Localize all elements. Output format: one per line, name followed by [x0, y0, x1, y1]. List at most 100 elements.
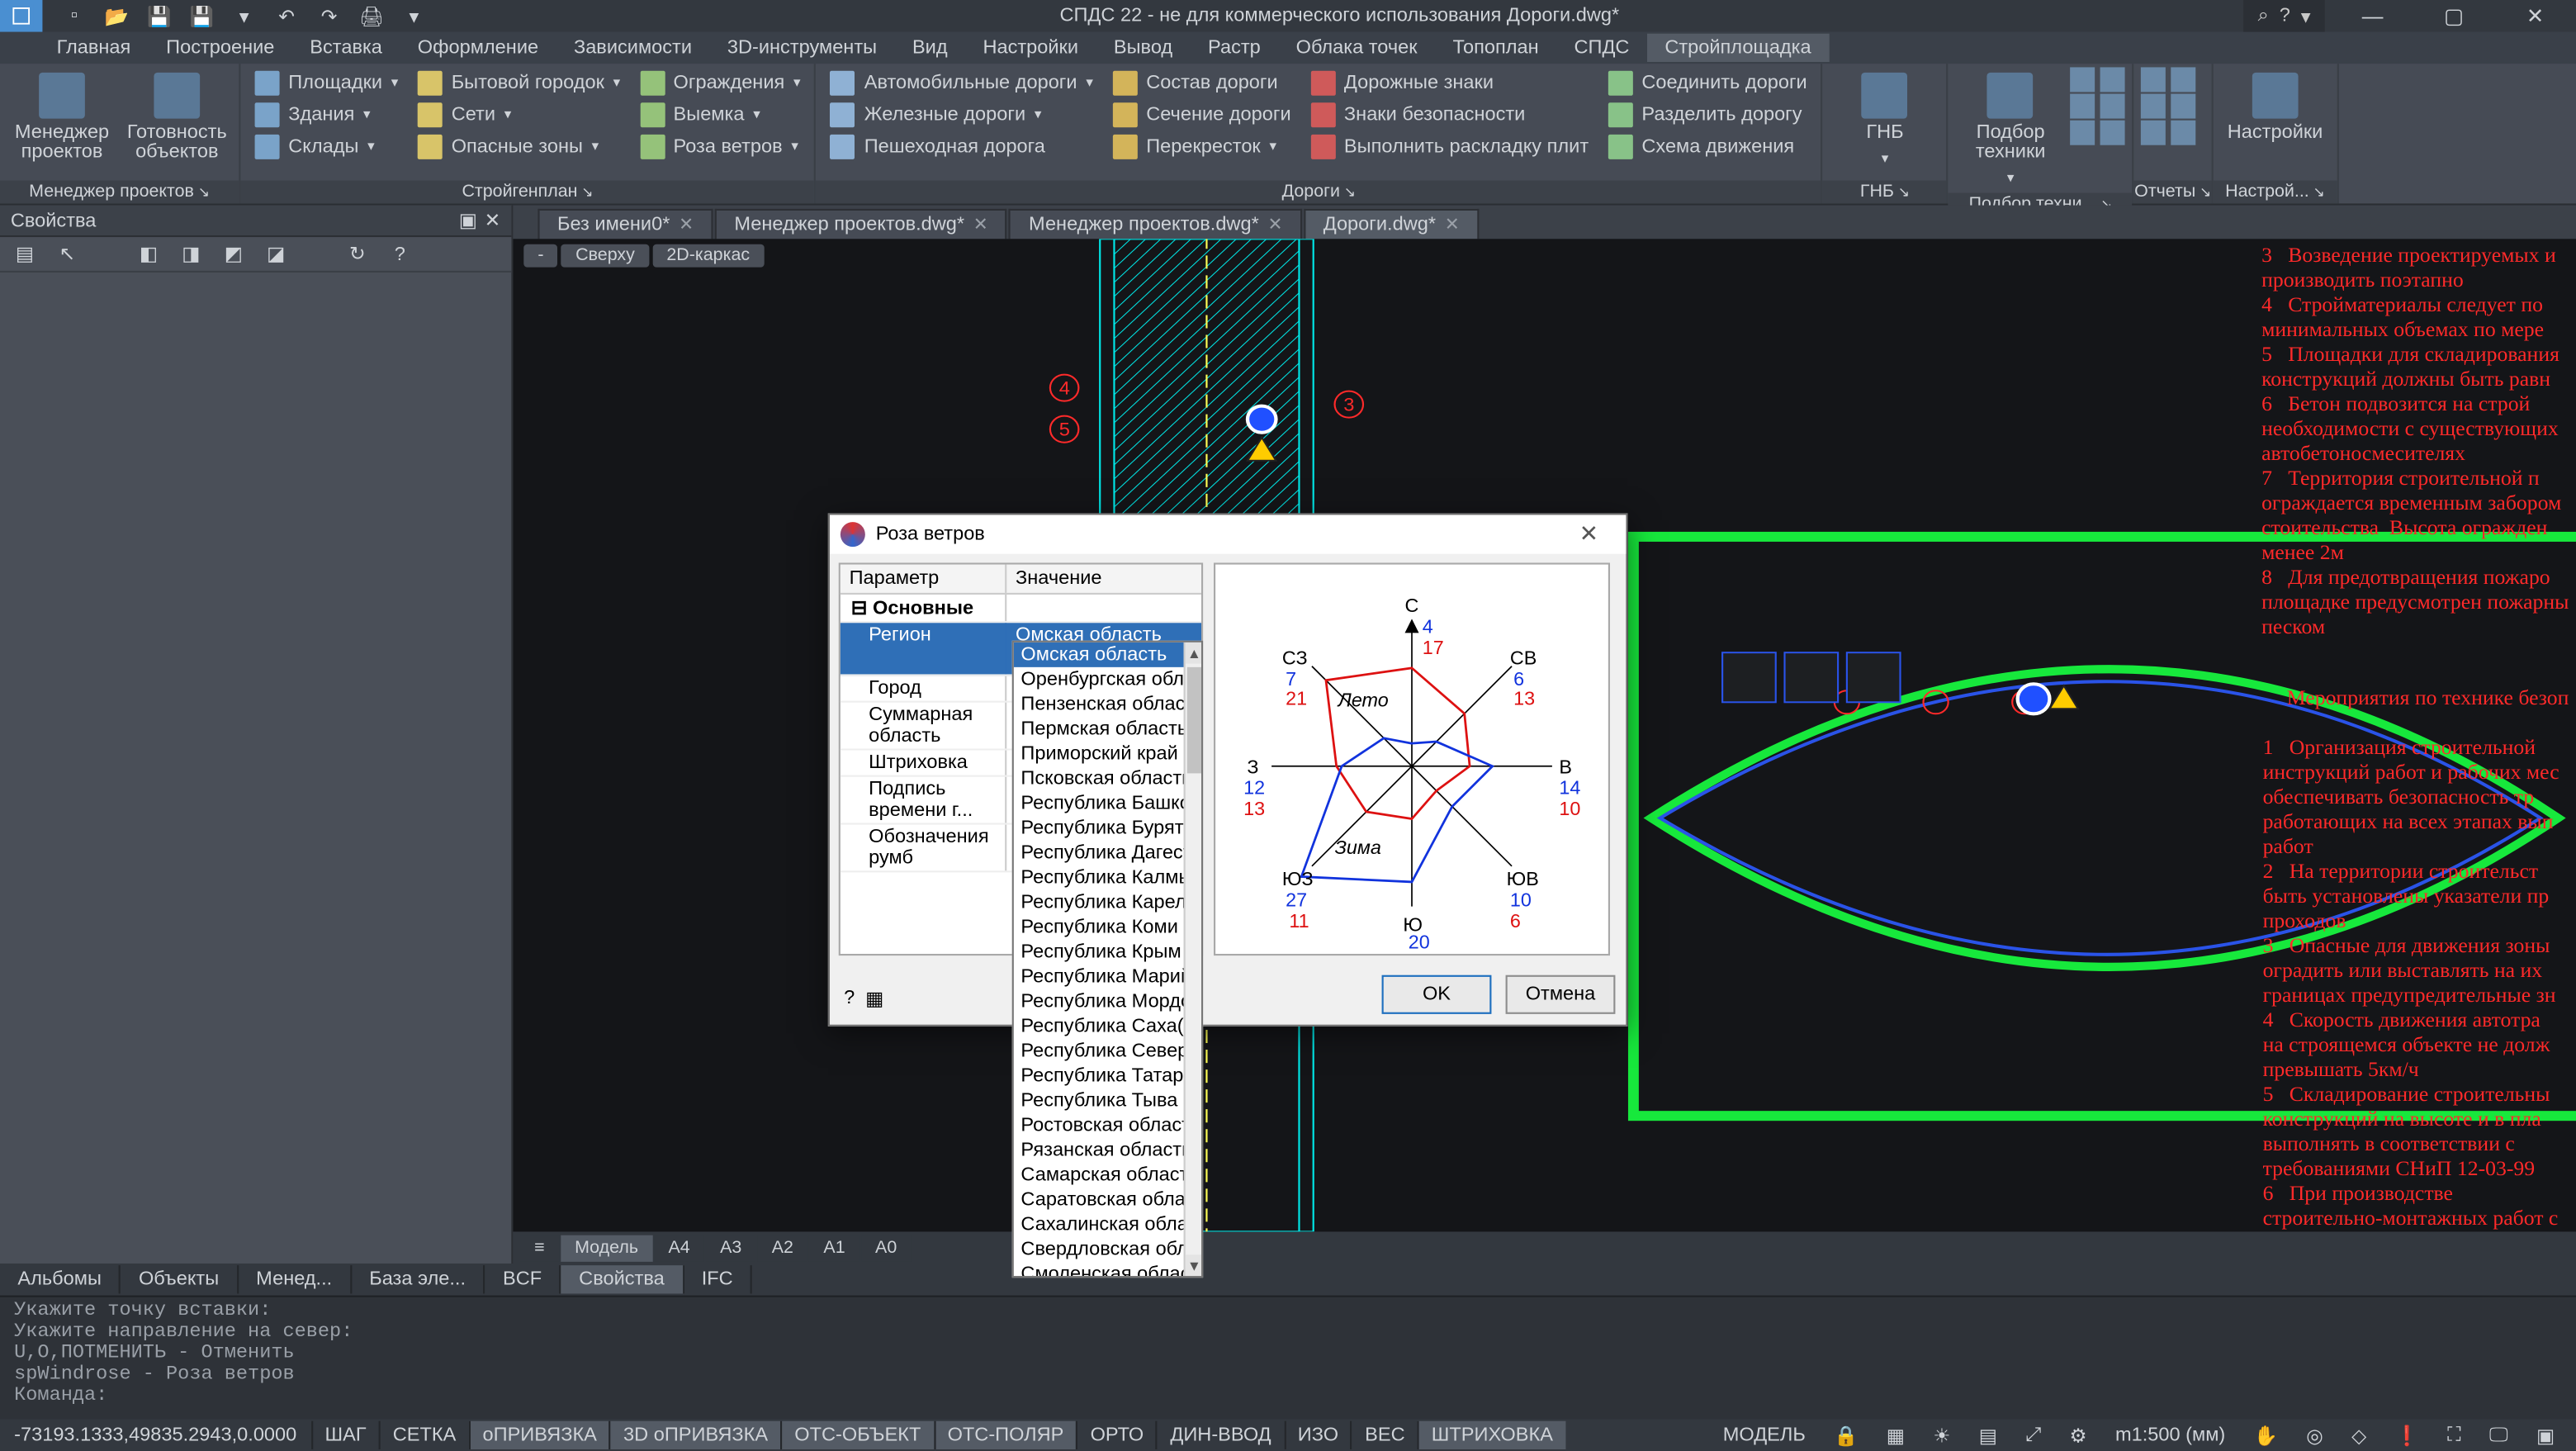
dropdown-item[interactable]: Пермская область	[1014, 717, 1201, 742]
ribbon-tool-icon[interactable]	[2142, 121, 2166, 145]
tool4-icon[interactable]: ◩	[220, 239, 248, 268]
maximize-icon[interactable]: ⛶	[2441, 1420, 2469, 1450]
ribbon-Состав-дороги[interactable]: Состав дороги	[1106, 67, 1298, 97]
status-toggle-оПРИВЯЗКА[interactable]: оПРИВЯЗКА	[468, 1421, 609, 1449]
tool6-icon[interactable]: ↻	[343, 239, 372, 268]
dropdown-item[interactable]: Пензенская область	[1014, 692, 1201, 717]
ribbon-tool-icon[interactable]	[2071, 94, 2095, 119]
doc-tab[interactable]: Менеджер проектов.dwg*✕	[1009, 209, 1302, 239]
dropdown-scrollbar[interactable]: ▲ ▼	[1184, 643, 1201, 1276]
ribbon-Настройки[interactable]: Настройки	[2220, 67, 2330, 149]
layout-tab[interactable]: A1	[809, 1235, 859, 1261]
tab-close-icon[interactable]: ✕	[973, 215, 988, 235]
dropdown-item[interactable]: Республика Северная О	[1014, 1039, 1201, 1064]
maximize-button[interactable]: ▢	[2413, 0, 2495, 32]
layout-tab[interactable]: A0	[861, 1235, 912, 1261]
menu-Зависимости[interactable]: Зависимости	[556, 34, 710, 62]
dropdown-item[interactable]: Республика Татарстан	[1014, 1064, 1201, 1088]
ribbon-Склады[interactable]: Склады▾	[248, 131, 405, 161]
menu-Топоплан[interactable]: Топоплан	[1435, 34, 1556, 62]
ribbon-Сечение-дороги[interactable]: Сечение дороги	[1106, 99, 1298, 129]
status-toggle-3D оПРИВЯЗКА[interactable]: 3D оПРИВЯЗКА	[609, 1421, 780, 1449]
scroll-down-icon[interactable]: ▼	[1186, 1254, 1203, 1276]
tab-close-icon[interactable]: ✕	[1267, 215, 1282, 235]
dropdown-item[interactable]: Республика Башкортост	[1014, 791, 1201, 816]
tool5-icon[interactable]: ◪	[262, 239, 290, 268]
settings-icon[interactable]: ▦	[865, 988, 883, 1011]
dropdown-item[interactable]: Рязанская область	[1014, 1138, 1201, 1163]
dropdown-icon[interactable]: ▾	[230, 2, 258, 30]
cancel-button[interactable]: Отмена	[1506, 975, 1616, 1014]
ribbon-Знаки-безопасности[interactable]: Знаки безопасности	[1304, 99, 1596, 129]
ribbon-Ограждения[interactable]: Ограждения▾	[632, 67, 807, 97]
saveall-icon[interactable]: 💾	[187, 2, 215, 30]
cursor-icon[interactable]: ↖	[53, 239, 81, 268]
ribbon-Роза-ветров[interactable]: Роза ветров▾	[632, 131, 807, 161]
target-icon[interactable]: ◎	[2299, 1420, 2331, 1450]
ribbon-Готовность-объектов[interactable]: Готовность объектов	[122, 67, 232, 168]
pin-icon[interactable]: ▣	[459, 209, 477, 232]
hand-icon[interactable]: ✋	[2247, 1420, 2285, 1450]
tab-close-icon[interactable]: ✕	[1445, 215, 1460, 235]
monitor-icon[interactable]: 🖵	[2482, 1420, 2515, 1450]
status-toggle-СЕТКА[interactable]: СЕТКА	[379, 1421, 469, 1449]
help-box[interactable]: ⌕?▾	[2244, 0, 2325, 32]
menu-Настройки[interactable]: Настройки	[965, 34, 1096, 62]
layout-tab[interactable]: A2	[758, 1235, 808, 1261]
gear-icon[interactable]: ⚙	[2062, 1420, 2094, 1450]
panel-tab[interactable]: IFC	[684, 1265, 752, 1293]
ribbon-Опасные-зоны[interactable]: Опасные зоны▾	[410, 131, 627, 161]
scroll-thumb[interactable]	[1187, 667, 1201, 774]
ribbon-Дорожные-знаки[interactable]: Дорожные знаки	[1304, 67, 1596, 97]
status-toggle-ИЗО[interactable]: ИЗО	[1284, 1421, 1351, 1449]
close-button[interactable]: ✕	[2494, 0, 2576, 32]
dialog-close-button[interactable]: ✕	[1562, 520, 1615, 548]
tabs-icon[interactable]: ≡	[520, 1235, 559, 1261]
ribbon-tool-icon[interactable]	[2142, 67, 2166, 92]
open-icon[interactable]: 📂	[102, 2, 130, 30]
ribbon-Железные-дороги[interactable]: Железные дороги▾	[823, 99, 1100, 129]
dropdown-item[interactable]: Свердловская область	[1014, 1237, 1201, 1262]
tool3-icon[interactable]: ◨	[177, 239, 205, 268]
scroll-up-icon[interactable]: ▲	[1186, 643, 1203, 664]
dropdown-item[interactable]: Республика Бурятия	[1014, 816, 1201, 841]
dropdown-item[interactable]: Республика Коми	[1014, 915, 1201, 940]
panel-tab[interactable]: Альбомы	[0, 1265, 121, 1293]
status-toggle-ОТС-ОБЪЕКТ[interactable]: ОТС-ОБЪЕКТ	[780, 1421, 933, 1449]
ribbon-Выполнить-раскладку-плит[interactable]: Выполнить раскладку плит	[1304, 131, 1596, 161]
status-toggle-ВЕС[interactable]: ВЕС	[1351, 1421, 1418, 1449]
ribbon-tool-icon[interactable]	[2171, 94, 2196, 119]
ribbon-Схема-движения[interactable]: Схема движения	[1601, 131, 1814, 161]
dropdown-item[interactable]: Республика Марий Эл	[1014, 965, 1201, 989]
minimize-button[interactable]: —	[2332, 0, 2413, 32]
ribbon-tool-icon[interactable]	[2171, 121, 2196, 145]
menu-Стройплощадка[interactable]: Стройплощадка	[1647, 34, 1829, 62]
panel-tab[interactable]: Свойства	[561, 1265, 684, 1293]
panel-tab[interactable]: База эле...	[352, 1265, 485, 1293]
panel-tab[interactable]: Объекты	[121, 1265, 239, 1293]
dropdown-item[interactable]: Псковская область	[1014, 766, 1201, 791]
tool2-icon[interactable]: ◧	[135, 239, 163, 268]
menu-Вставка[interactable]: Вставка	[292, 34, 400, 62]
menu-Растр[interactable]: Растр	[1191, 34, 1279, 62]
ribbon-Соединить-дороги[interactable]: Соединить дороги	[1601, 67, 1814, 97]
ribbon-tool-icon[interactable]	[2071, 67, 2095, 92]
doc-tab[interactable]: Менеджер проектов.dwg*✕	[715, 209, 1008, 239]
ribbon-tool-icon[interactable]	[2100, 67, 2125, 92]
help-icon[interactable]: ?	[844, 988, 855, 1011]
menu-Оформление[interactable]: Оформление	[400, 34, 556, 62]
dropdown-item[interactable]: Смоленская область	[1014, 1262, 1201, 1278]
ribbon-ГНБ[interactable]: ГНБ▾	[1830, 67, 1940, 173]
ribbon-Здания[interactable]: Здания▾	[248, 99, 405, 129]
panel-tab[interactable]: BCF	[485, 1265, 561, 1293]
menu-Вывод[interactable]: Вывод	[1096, 34, 1190, 62]
menu-СПДС[interactable]: СПДС	[1556, 34, 1647, 62]
doc-tab[interactable]: Без имени0*✕	[537, 209, 713, 239]
layout-tab[interactable]: Модель	[561, 1235, 652, 1261]
command-line[interactable]: Укажите точку вставки: Укажите направлен…	[0, 1296, 2576, 1420]
status-toggle-ДИН-ВВОД[interactable]: ДИН-ВВОД	[1156, 1421, 1283, 1449]
ribbon-Сети[interactable]: Сети▾	[410, 99, 627, 129]
dropdown-item[interactable]: Омская область	[1014, 643, 1201, 667]
menu-Главная[interactable]: Главная	[39, 34, 149, 62]
ribbon-Пешеходная-дорога[interactable]: Пешеходная дорога	[823, 131, 1100, 161]
